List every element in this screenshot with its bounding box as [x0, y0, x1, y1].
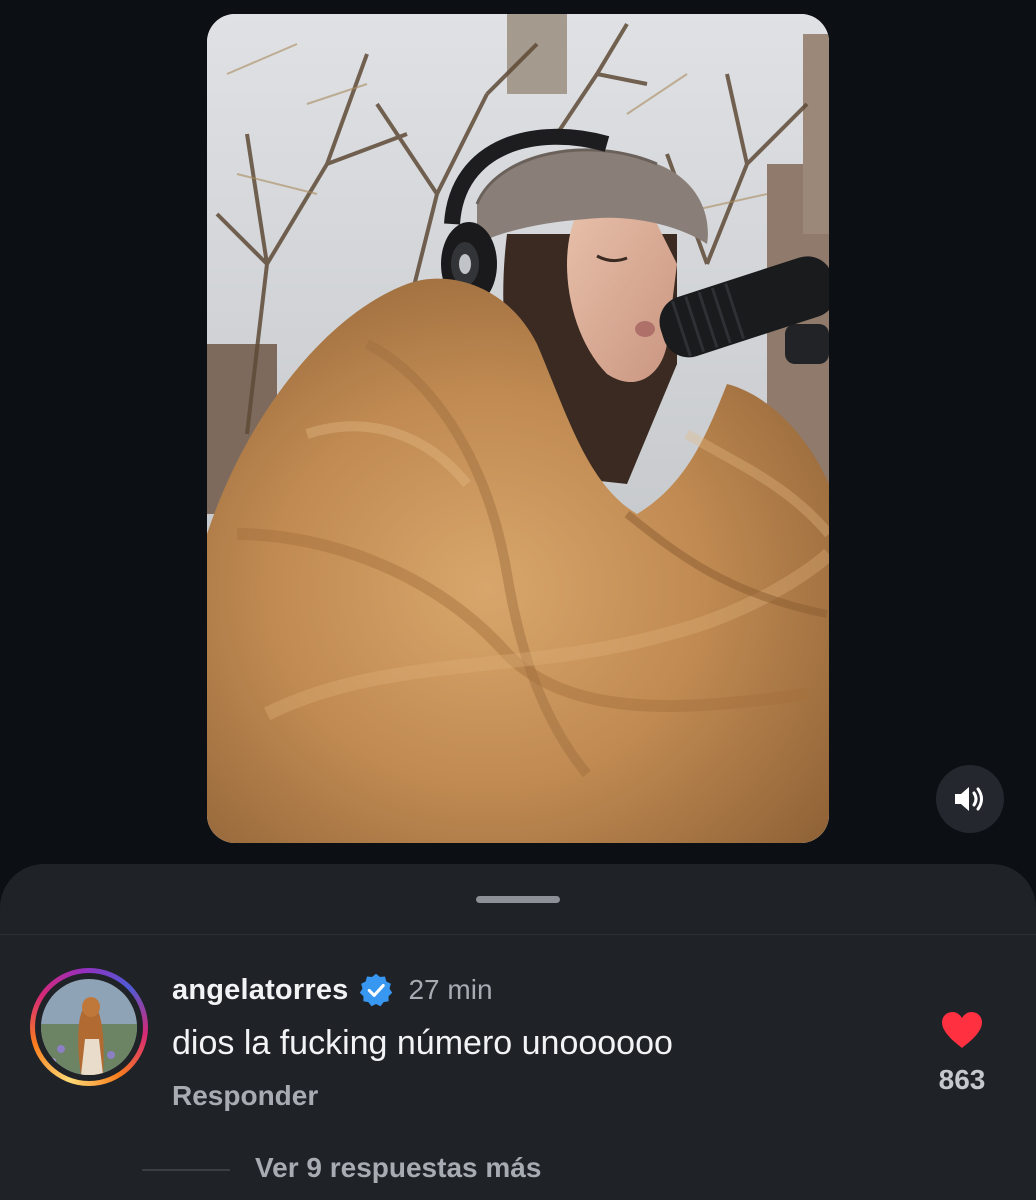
verified-badge-icon	[360, 973, 393, 1007]
divider	[0, 934, 1036, 935]
video-frame-image	[207, 14, 829, 843]
screen: angelatorres 27 min dios la fucking núme…	[0, 0, 1036, 1200]
heart-filled-icon[interactable]	[940, 1010, 984, 1050]
comment-username[interactable]: angelatorres	[172, 974, 348, 1007]
avatar-ring-gap	[35, 973, 143, 1081]
comment-timestamp: 27 min	[408, 974, 493, 1005]
audio-toggle-button[interactable]	[936, 765, 1004, 833]
avatar-story-ring[interactable]	[30, 968, 148, 1086]
avatar-image	[41, 979, 137, 1075]
replies-divider-line	[142, 1169, 230, 1171]
comment-text: dios la fucking número unoooooo	[172, 1024, 673, 1062]
avatar[interactable]	[41, 979, 137, 1075]
like-count: 863	[938, 1064, 986, 1095]
sheet-drag-handle[interactable]	[476, 896, 560, 903]
reply-button[interactable]: Responder	[172, 1080, 318, 1112]
view-more-replies-button[interactable]: Ver 9 respuestas más	[255, 1152, 541, 1184]
video-player[interactable]	[207, 14, 829, 843]
comment-header: angelatorres 27 min	[172, 970, 493, 1010]
speaker-volume-icon	[955, 787, 983, 811]
